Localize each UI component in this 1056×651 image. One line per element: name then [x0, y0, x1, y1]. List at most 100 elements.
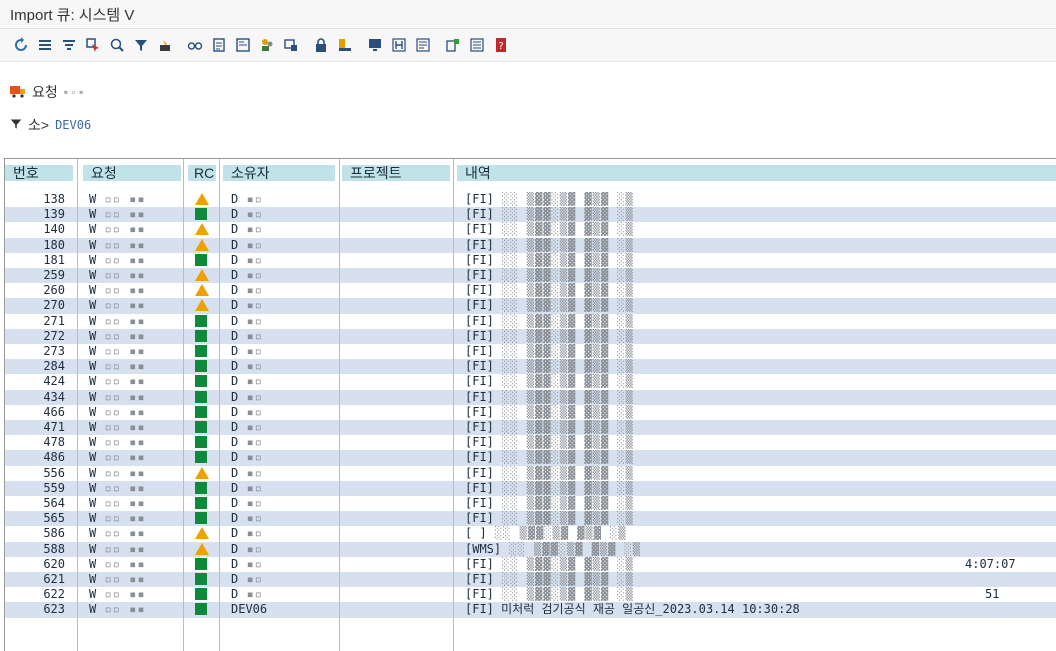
h-icon[interactable] — [390, 36, 408, 54]
table-row[interactable]: 623 W ▫▫ ▪▪ DEV06 [FI] 미처럭 검기공식 재공 일공신_2023… — [5, 602, 1056, 618]
row-number: 180 — [43, 237, 65, 252]
col-divider — [77, 159, 78, 651]
rc-warning-icon — [195, 268, 211, 283]
log-icon[interactable] — [414, 36, 432, 54]
redacted-text: ▪▫ — [238, 268, 263, 282]
zoom-icon[interactable] — [108, 36, 126, 54]
monitor-icon[interactable] — [366, 36, 384, 54]
col-header-description[interactable]: 내역 — [457, 165, 1056, 181]
redacted-text: ▪▫ — [238, 511, 263, 526]
help-book-icon[interactable]: ? — [492, 36, 510, 54]
table-row[interactable]: 588 W ▫▫ ▪▪ D ▪▫ [WMS] ░░ ▒▓▓░▒▓ ▓▒▓ ░▒ — [5, 541, 1056, 557]
document-icon[interactable] — [210, 36, 228, 54]
redacted-text: ░░ ▒▓▓░▒▓ ▓▒▓ ░▒ — [493, 207, 634, 222]
redacted-text: ░░ ▒▓▓░▒▓ ▓▒▓ ░▒ — [493, 313, 634, 328]
col-header-request[interactable]: 요청 — [83, 165, 181, 181]
table-row[interactable]: 620 W ▫▫ ▪▪ D ▪▫ [FI] ░░ ▒▓▓░▒▓ ▓▒▓ ░▒ 4:07:… — [5, 557, 1056, 572]
table-row[interactable]: 181 W ▫▫ ▪▪ D ▪▫ [FI] ░░ ▒▓▓░▒▓ ▓▒▓ ░▒ — [5, 253, 1056, 268]
transport-icon[interactable] — [282, 36, 300, 54]
table-row[interactable]: 270 W ▫▫ ▪▪ D ▪▫ [FI] ░░ ▒▓▓░▒▓ ▓▒▓ ░▒ — [5, 298, 1056, 314]
table-row[interactable]: 180 W ▫▫ ▪▪ D ▪▫ [FI] ░░ ▒▓▓░▒▓ ▓▒▓ ░▒ — [5, 237, 1056, 253]
table-row[interactable]: 559 W ▫▫ ▪▪ D ▪▫ [FI] ░░ ▒▓▓░▒▓ ▓▒▓ ░▒ — [5, 480, 1056, 496]
description-text: [FI] — [465, 435, 494, 450]
select-icon[interactable] — [84, 36, 102, 54]
redacted-text: ▫▫ ▪▪ — [96, 556, 146, 571]
row-owner: D ▪▫ — [231, 572, 341, 587]
redacted-text: ▫▫ ▪▪ — [96, 511, 146, 526]
tools-icon[interactable] — [156, 36, 174, 54]
col-header-project[interactable]: 프로젝트 — [342, 165, 450, 181]
row-description: [FI] ░░ ▒▓▓░▒▓ ▓▒▓ ░▒ — [465, 314, 1055, 329]
refresh-icon[interactable] — [12, 36, 30, 54]
table-row[interactable]: 556 W ▫▫ ▪▪ D ▪▫ [FI] ░░ ▒▓▓░▒▓ ▓▒▓ ░▒ — [5, 466, 1056, 481]
table-row[interactable]: 272 W ▫▫ ▪▪ D ▪▫ [FI] ░░ ▒▓▓░▒▓ ▓▒▓ ░▒ — [5, 328, 1056, 344]
table-row[interactable]: 622 W ▫▫ ▪▪ D ▪▫ [FI] ░░ ▒▓▓░▒▓ ▓▒▓ ░▒ 51 — [5, 587, 1056, 602]
table-row[interactable]: 271 W ▫▫ ▪▪ D ▪▫ [FI] ░░ ▒▓▓░▒▓ ▓▒▓ ░▒ — [5, 314, 1056, 329]
table-row[interactable]: 471 W ▫▫ ▪▪ D ▪▫ [FI] ░░ ▒▓▓░▒▓ ▓▒▓ ░▒ — [5, 420, 1056, 436]
row-description: [FI] ░░ ▒▓▓░▒▓ ▓▒▓ ░▒ — [465, 405, 1055, 420]
table-row[interactable]: 139 W ▫▫ ▪▪ D ▪▫ [FI] ░░ ▒▓▓░▒▓ ▓▒▓ ░▒ — [5, 207, 1056, 223]
filter-icon[interactable] — [132, 36, 150, 54]
redacted-text: ▪▫ — [238, 541, 263, 556]
redacted-text: ▫▫ ▪▪ — [96, 572, 146, 586]
table-row[interactable]: 586 W ▫▫ ▪▪ D ▪▫ [ ] ░░ ▒▓▓░▒▓ ▓▒▓ ░▒ — [5, 526, 1056, 541]
row-request: W ▫▫ ▪▪ — [89, 526, 179, 541]
row-description: [FI] ░░ ▒▓▓░▒▓ ▓▒▓ ░▒ 4:07:07 — [465, 557, 1055, 572]
row-request: W ▫▫ ▪▪ — [89, 207, 179, 222]
share-icon[interactable] — [444, 36, 462, 54]
row-number: 471 — [43, 420, 65, 434]
rc-warning-icon — [195, 298, 211, 313]
lock-icon[interactable] — [312, 36, 330, 54]
table-row[interactable]: 564 W ▫▫ ▪▪ D ▪▫ [FI] ░░ ▒▓▓░▒▓ ▓▒▓ ░▒ — [5, 496, 1056, 511]
list-icon[interactable] — [468, 36, 486, 54]
green-square-icon — [195, 329, 207, 342]
table-row[interactable]: 565 W ▫▫ ▪▪ D ▪▫ [FI] ░░ ▒▓▓░▒▓ ▓▒▓ ░▒ — [5, 511, 1056, 527]
row-owner: D ▪▫ — [231, 557, 341, 572]
row-description: [FI] ░░ ▒▓▓░▒▓ ▓▒▓ ░▒ — [465, 374, 1055, 389]
collapse-icon[interactable] — [36, 36, 54, 54]
redacted-text: ▫▫ ▪▪ — [96, 237, 146, 252]
table-row[interactable]: 259 W ▫▫ ▪▪ D ▪▫ [FI] ░░ ▒▓▓░▒▓ ▓▒▓ ░▒ — [5, 268, 1056, 284]
table-row[interactable]: 486 W ▫▫ ▪▪ D ▪▫ [FI] ░░ ▒▓▓░▒▓ ▓▒▓ ░▒ — [5, 450, 1056, 466]
table-row[interactable]: 424 W ▫▫ ▪▪ D ▪▫ [FI] ░░ ▒▓▓░▒▓ ▓▒▓ ░▒ — [5, 374, 1056, 389]
row-description: [FI] ░░ ▒▓▓░▒▓ ▓▒▓ ░▒ — [465, 283, 1055, 298]
rc-ok-icon — [195, 587, 211, 602]
rc-ok-icon — [195, 374, 211, 389]
table-row[interactable]: 478 W ▫▫ ▪▪ D ▪▫ [FI] ░░ ▒▓▓░▒▓ ▓▒▓ ░▒ — [5, 435, 1056, 450]
form-icon[interactable] — [234, 36, 252, 54]
row-number: 139 — [43, 207, 65, 222]
rc-warning-icon — [195, 222, 211, 237]
table-row[interactable]: 284 W ▫▫ ▪▪ D ▪▫ [FI] ░░ ▒▓▓░▒▓ ▓▒▓ ░▒ — [5, 359, 1056, 375]
col-header-owner[interactable]: 소유자 — [223, 165, 335, 181]
row-owner: D ▪▫ — [231, 587, 341, 602]
row-description: [FI] ░░ ▒▓▓░▒▓ ▓▒▓ ░▒ — [465, 253, 1055, 268]
table-row[interactable]: 138 W ▫▫ ▪▪ D ▪▫ [FI] ░░ ▒▓▓░▒▓ ▓▒▓ ░▒ — [5, 192, 1056, 207]
redacted-text: ▪▫ — [238, 298, 263, 313]
description-text: [FI] — [465, 328, 494, 343]
table-row[interactable]: 273 W ▫▫ ▪▪ D ▪▫ [FI] ░░ ▒▓▓░▒▓ ▓▒▓ ░▒ — [5, 344, 1056, 359]
table-row[interactable]: 434 W ▫▫ ▪▪ D ▪▫ [FI] ░░ ▒▓▓░▒▓ ▓▒▓ ░▒ — [5, 389, 1056, 405]
row-owner: D ▪▫ — [231, 466, 341, 481]
glasses-icon[interactable] — [186, 36, 204, 54]
table-row[interactable]: 466 W ▫▫ ▪▪ D ▪▫ [FI] ░░ ▒▓▓░▒▓ ▓▒▓ ░▒ — [5, 405, 1056, 420]
redacted-text: ░░ ▒▓▓░▒▓ ▓▒▓ ░▒ — [493, 344, 634, 358]
expand-icon[interactable] — [60, 36, 78, 54]
import-queue-table: 번호 요청 RC 소유자 프로젝트 내역 138 W ▫▫ ▪▪ D ▪▫ [FI] … — [4, 158, 1056, 651]
table-row[interactable]: 260 W ▫▫ ▪▪ D ▪▫ [FI] ░░ ▒▓▓░▒▓ ▓▒▓ ░▒ — [5, 283, 1056, 298]
row-request: W ▫▫ ▪▪ — [89, 466, 179, 481]
users-icon[interactable] — [258, 36, 276, 54]
person-icon[interactable] — [336, 36, 354, 54]
row-description: [FI] ░░ ▒▓▓░▒▓ ▓▒▓ ░▒ — [465, 450, 1055, 465]
row-request: W ▫▫ ▪▪ — [89, 602, 179, 617]
table-row[interactable]: 140 W ▫▫ ▪▪ D ▪▫ [FI] ░░ ▒▓▓░▒▓ ▓▒▓ ░▒ — [5, 222, 1056, 237]
description-text: [FI] — [465, 252, 494, 267]
redacted-text: ░░ ▒▓▓░▒▓ ▓▒▓ ░▒ — [493, 572, 634, 586]
col-header-number[interactable]: 번호 — [5, 165, 73, 181]
row-request: W ▫▫ ▪▪ — [89, 542, 179, 557]
col-header-rc[interactable]: RC — [188, 165, 216, 181]
row-owner: D ▪▫ — [231, 283, 341, 298]
redacted-text: ░░ ▒▓▓░▒▓ ▓▒▓ ░▒ — [493, 480, 634, 495]
redacted-text: ▫▫ ▪▪ — [96, 252, 146, 267]
table-row[interactable]: 621 W ▫▫ ▪▪ D ▪▫ [FI] ░░ ▒▓▓░▒▓ ▓▒▓ ░▒ — [5, 572, 1056, 588]
description-text: [FI] — [465, 420, 494, 434]
